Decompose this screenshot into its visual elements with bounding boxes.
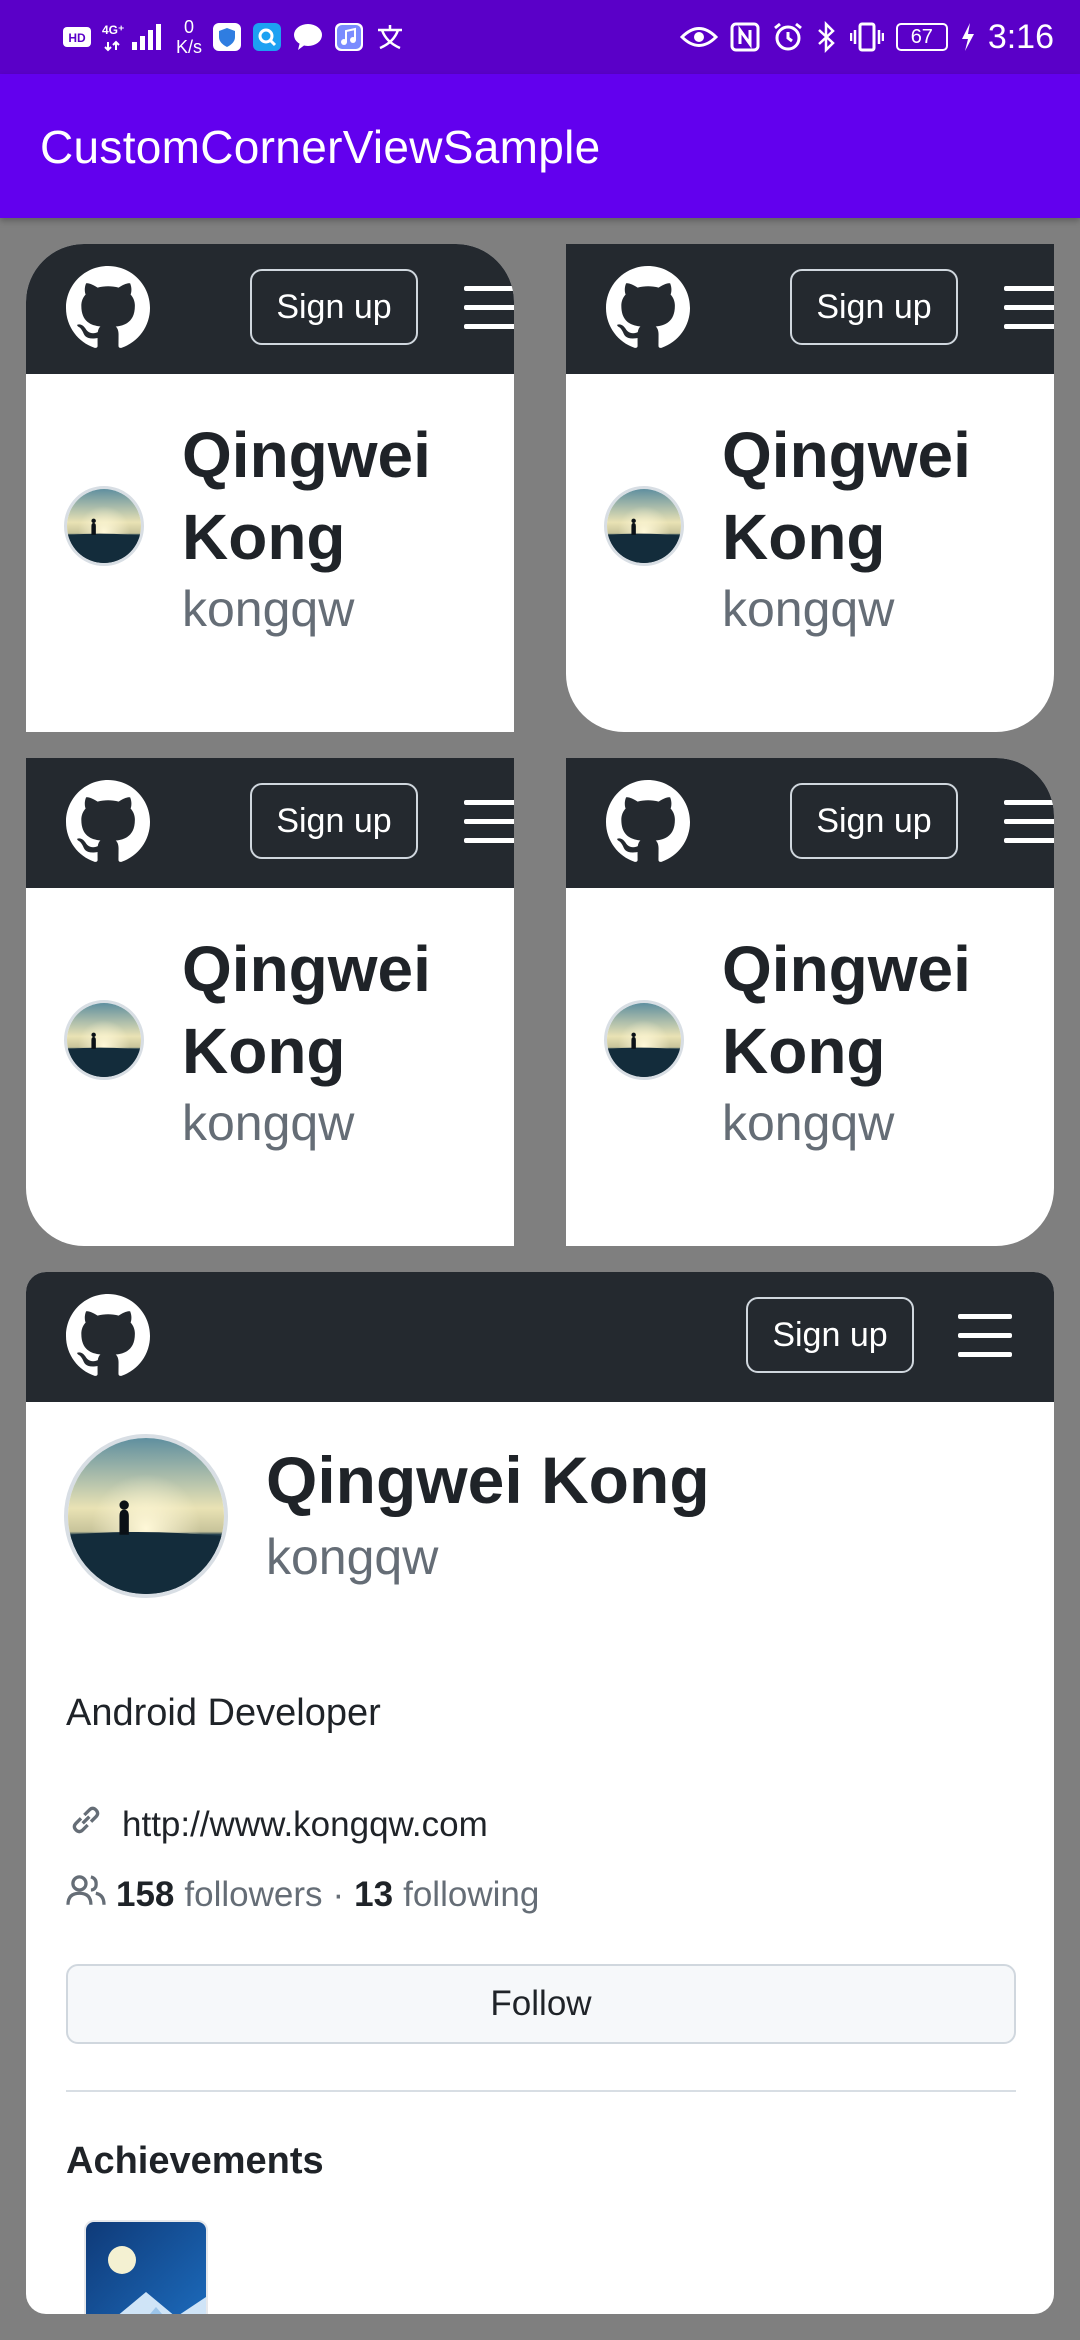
following-count[interactable]: 13 — [354, 1875, 393, 1915]
hamburger-menu-icon[interactable] — [958, 1312, 1012, 1360]
github-logo-icon[interactable] — [606, 780, 690, 864]
github-header: Sign up — [566, 758, 1054, 888]
hamburger-menu-icon[interactable] — [464, 284, 514, 332]
music-app-icon — [334, 22, 364, 52]
followers-label[interactable]: followers — [184, 1875, 322, 1915]
profile-name: Qingwei Kong — [182, 933, 431, 1087]
profile-name: Qingwei Kong — [722, 933, 971, 1087]
profile-name: Qingwei Kong — [722, 419, 971, 573]
profile-card-1: Sign up Qingwei Kong kongqw — [26, 244, 514, 732]
sign-up-button[interactable]: Sign up — [790, 783, 958, 859]
sign-up-button[interactable]: Sign up — [746, 1297, 914, 1373]
people-icon — [66, 1872, 106, 1917]
shield-app-icon — [212, 22, 242, 52]
clock: 3:16 — [987, 17, 1054, 56]
followers-count[interactable]: 158 — [116, 1875, 174, 1915]
github-logo-icon[interactable] — [606, 266, 690, 350]
search-app-icon — [252, 22, 282, 52]
website-row: http://www.kongqw.com — [66, 1800, 488, 1849]
app-bar: CustomCornerViewSample — [0, 74, 1080, 218]
status-bar-right: 67 3:16 — [679, 14, 1054, 60]
achievement-badge-icon[interactable] — [86, 2222, 206, 2314]
website-link[interactable]: http://www.kongqw.com — [122, 1805, 488, 1845]
avatar — [604, 486, 684, 566]
link-icon — [66, 1800, 106, 1849]
translate-icon — [374, 22, 406, 52]
profile-bio: Android Developer — [66, 1692, 381, 1734]
status-bar: HD 4G⁺ 0 K/s 67 3:16 — [0, 0, 1080, 74]
avatar — [604, 1000, 684, 1080]
separator-dot: · — [332, 1874, 345, 1914]
github-logo-icon[interactable] — [66, 1294, 150, 1378]
profile-card-2: Sign up Qingwei Kong kongqw — [566, 244, 1054, 732]
divider — [66, 2090, 1016, 2092]
alarm-icon — [772, 21, 804, 53]
charging-icon — [960, 22, 976, 52]
sign-up-button[interactable]: Sign up — [250, 783, 418, 859]
profile-card-full: Sign up Qingwei Kong kongqw Android Deve… — [26, 1272, 1054, 2314]
hamburger-menu-icon[interactable] — [464, 798, 514, 846]
profile-login: kongqw — [182, 581, 355, 637]
hd-icon: HD — [62, 24, 92, 50]
profile-login: kongqw — [182, 1095, 355, 1151]
profile-login: kongqw — [722, 1095, 895, 1151]
achievements-heading: Achievements — [66, 2140, 324, 2182]
vibrate-icon — [849, 21, 884, 53]
profile-login: kongqw — [266, 1529, 439, 1585]
network-speed: 0 K/s — [176, 17, 203, 57]
following-label[interactable]: following — [403, 1875, 539, 1915]
github-header: Sign up — [26, 758, 514, 888]
github-header: Sign up — [566, 244, 1054, 374]
status-bar-left: HD 4G⁺ 0 K/s — [62, 14, 406, 60]
avatar — [64, 1000, 144, 1080]
app-title: CustomCornerViewSample — [40, 121, 601, 173]
bluetooth-icon — [816, 21, 838, 53]
github-header: Sign up — [26, 244, 514, 374]
eye-icon — [679, 24, 718, 50]
nfc-icon — [730, 22, 760, 52]
profile-name: Qingwei Kong — [182, 419, 431, 573]
avatar — [64, 1434, 228, 1598]
avatar — [64, 486, 144, 566]
profile-card-4: Sign up Qingwei Kong kongqw — [566, 758, 1054, 1246]
profile-card-3: Sign up Qingwei Kong kongqw — [26, 758, 514, 1246]
hamburger-menu-icon[interactable] — [1004, 284, 1054, 332]
follow-button[interactable]: Follow — [66, 1964, 1016, 2044]
profile-name: Qingwei Kong — [266, 1443, 710, 1517]
svg-text:HD: HD — [68, 31, 86, 45]
github-header: Sign up — [26, 1272, 1054, 1402]
followers-row: 158 followers · 13 following — [66, 1872, 539, 1917]
battery-indicator: 67 — [895, 23, 948, 51]
sign-up-button[interactable]: Sign up — [250, 269, 418, 345]
github-logo-icon[interactable] — [66, 266, 150, 350]
github-logo-icon[interactable] — [66, 780, 150, 864]
chat-bubble-icon — [292, 22, 324, 52]
sign-up-button[interactable]: Sign up — [790, 269, 958, 345]
signal-4g-icon: 4G⁺ — [102, 20, 166, 54]
profile-login: kongqw — [722, 581, 895, 637]
hamburger-menu-icon[interactable] — [1004, 798, 1054, 846]
svg-text:4G⁺: 4G⁺ — [102, 23, 124, 37]
